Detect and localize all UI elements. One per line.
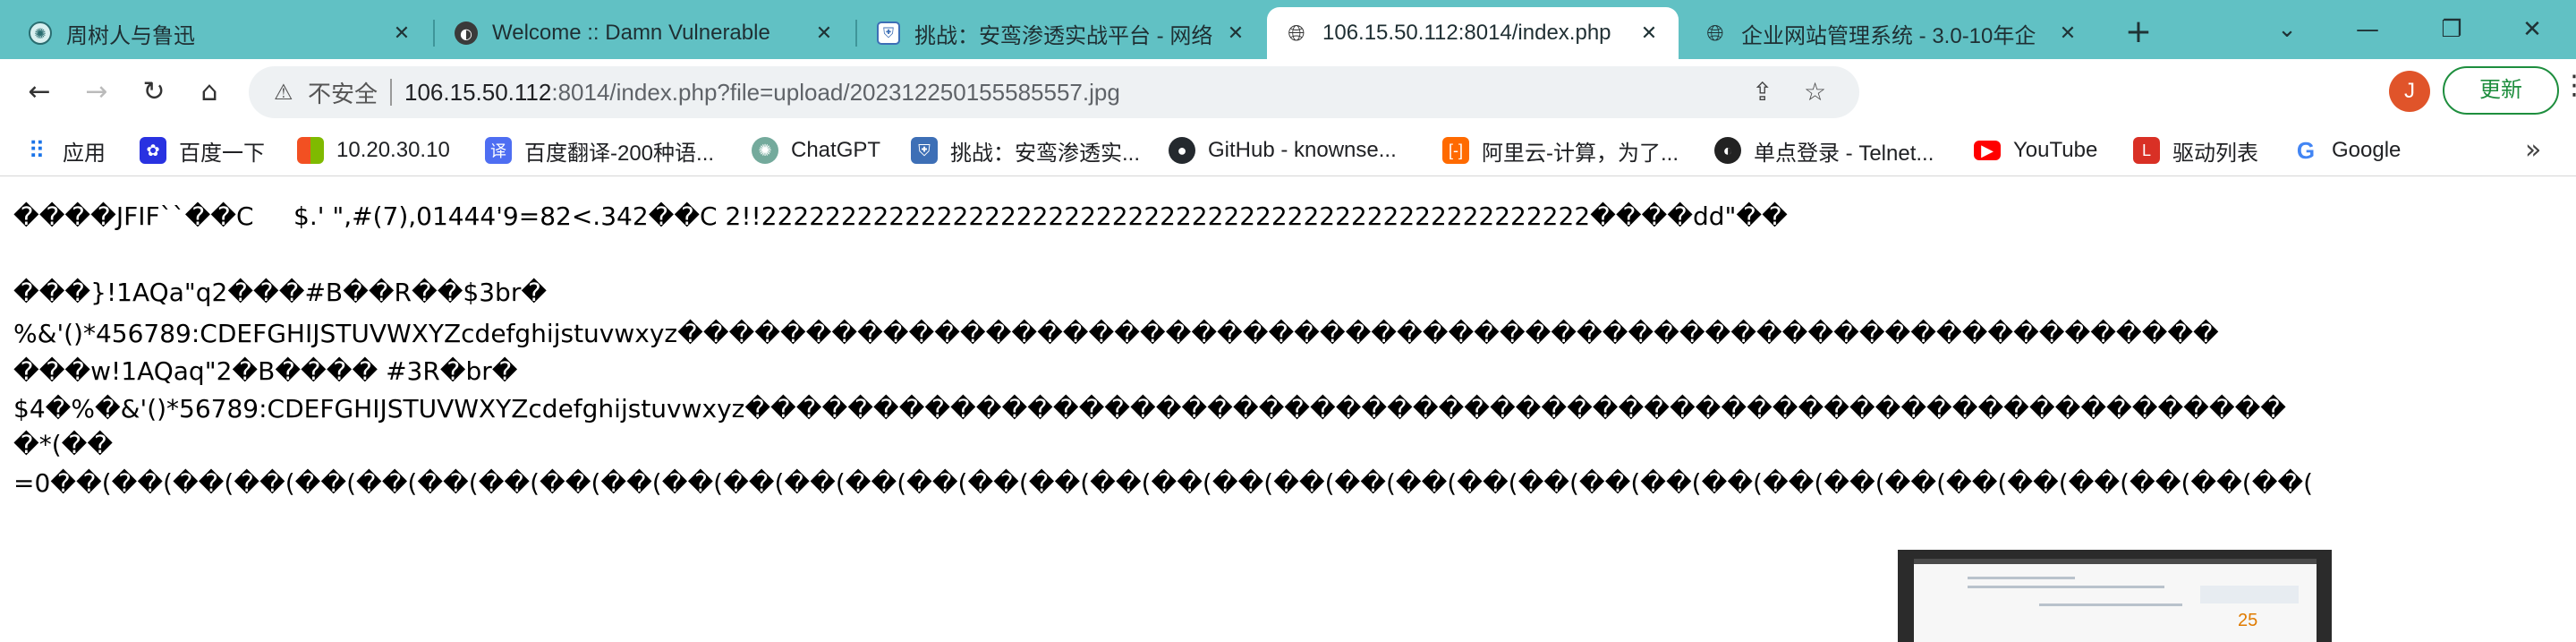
omnibox-divider [390,79,393,106]
binary-text-line-2: ���}!1AQa"q2���#B��R��$3br� [13,278,548,307]
close-icon[interactable]: ✕ [388,22,415,45]
bookmark-label: 应用 [63,141,106,166]
bookmark-youtube[interactable]: ▶ YouTube [1974,134,2097,167]
embedded-screenshot-image: 25 [1898,550,2332,642]
thumbnail-number: 25 [2238,611,2258,630]
tab-1[interactable]: ✺ 周树人与鲁迅 ✕ [11,7,431,59]
bookmarks-overflow-icon[interactable]: » [2525,134,2541,166]
tab-search-chevron-icon[interactable]: ⌄ [2260,9,2314,50]
tab-strip: ✺ 周树人与鲁迅 ✕ ◐ Welcome :: Damn Vulnerable … [0,0,2576,59]
aliyun-icon: [-] [1442,137,1469,164]
thumbnail-box [2200,586,2299,603]
bookmark-label: 驱动列表 [2172,141,2258,166]
tab-active[interactable]: 🌐︎ 106.15.50.112:8014/index.php ✕ [1267,7,1679,59]
tab-title: 周树人与鲁迅 [66,23,195,48]
binary-text-line-7: =0��(��(��(��(��(��(��(��(��(��(��(��(��… [13,468,2314,498]
bookmark-baidu[interactable]: ✿ 百度一下 [140,134,265,167]
shield-icon: ⛨ [911,137,938,164]
google-icon: G [2296,136,2316,164]
bookmark-label: 挑战：安鸾渗透实... [950,141,1141,166]
bookmark-baidu-translate[interactable]: 译 百度翻译-200种语... [485,134,714,167]
thumbnail-row [1968,586,2164,588]
url-host[interactable]: 106.15.50.112 [404,79,551,107]
dvwa-icon: ◐ [455,21,478,45]
baidu-paw-icon: ✿ [140,137,166,164]
tab-title: 企业网站管理系统 - 3.0-10年企 [1741,23,2036,48]
update-button[interactable]: 更新 [2443,66,2559,115]
close-icon[interactable]: ✕ [811,22,837,45]
bookmark-chatgpt[interactable]: ✺ ChatGPT [752,134,880,167]
bookmark-anluan[interactable]: ⛨ 挑战：安鸾渗透实... [911,134,1140,167]
bookmark-driver-list[interactable]: L 驱动列表 [2133,134,2258,167]
chatgpt-icon: ✺ [29,21,52,45]
warning-icon[interactable]: ⚠ [274,80,301,106]
tab-title: 106.15.50.112:8014/index.php [1322,21,1611,45]
update-label[interactable]: 更新 [2479,78,2522,102]
bookmark-label: 百度翻译-200种语... [524,141,715,166]
binary-text-line-3: %&'()*456789:CDEFGHIJSTUVWXYZcdefghijstu… [13,319,2219,348]
bookmarks-bar: ⠿ 应用 ✿ 百度一下 10.20.30.10 译 百度翻译-200种语... … [0,125,2576,176]
globe-icon: 🌐︎ [1706,21,1724,46]
binary-text-line-1: ����JFIF``��C $.' ",#(7),01444'9=82<.342… [13,201,1788,231]
share-icon[interactable]: ⇪ [1752,77,1773,107]
driver-list-icon: L [2133,137,2160,164]
telnet-icon: ◐ [1714,137,1741,164]
profile-avatar[interactable]: J [2389,71,2430,112]
tab-3[interactable]: ⛨ 挑战：安鸾渗透实战平台 - 网络 ✕ [859,7,1265,59]
baidu-translate-icon: 译 [485,137,512,164]
youtube-icon: ▶ [1974,141,2001,160]
bookmark-star-icon[interactable]: ☆ [1804,77,1826,107]
bookmark-10-20-30-10[interactable]: 10.20.30.10 [297,134,450,167]
github-icon: ● [1169,137,1195,164]
close-icon[interactable]: ✕ [1636,22,1662,45]
close-window-button[interactable]: ✕ [2505,9,2559,50]
shield-icon: ⛨ [877,21,900,45]
bookmark-google[interactable]: G Google [2292,134,2402,167]
binary-text-line-6: �*(�� [13,430,114,459]
bookmark-label: ChatGPT [791,138,881,162]
menu-kebab-icon[interactable]: ⋮ [2561,70,2576,101]
tab-title: Welcome :: Damn Vulnerable [492,21,770,45]
globe-icon: 🌐︎ [1285,21,1308,46]
back-button[interactable]: ← [18,71,61,114]
bookmark-label: 阿里云-计算，为了... [1482,141,1679,166]
bookmark-telnet[interactable]: ◐ 单点登录 - Telnet... [1714,134,1934,167]
bookmark-apps[interactable]: ⠿ 应用 [23,134,106,167]
address-bar[interactable]: ⚠ 不安全 106.15.50.112:8014/index.php?file=… [249,66,1859,118]
thumbnail-titlebar [1914,559,2317,564]
restore-button[interactable]: ❐ [2425,9,2478,50]
tab-divider [855,20,857,47]
minimize-button[interactable]: — [2341,9,2394,50]
apps-grid-icon: ⠿ [28,136,46,164]
tab-divider [433,20,435,47]
bookmark-label: 百度一下 [179,141,265,166]
windows-logo-icon [297,137,324,164]
new-tab-button[interactable]: + [2119,13,2158,52]
forward-button[interactable]: → [75,71,118,114]
url-path[interactable]: :8014/index.php?file=upload/202312250155… [551,79,1119,107]
bookmark-label: GitHub - knownse... [1208,138,1397,162]
tab-5[interactable]: 🌐︎ 企业网站管理系统 - 3.0-10年企 ✕ [1686,7,2097,59]
close-icon[interactable]: ✕ [1222,22,1249,45]
bookmark-label: 10.20.30.10 [336,138,450,162]
tab-title: 挑战：安鸾渗透实战平台 - 网络 [914,23,1213,48]
thumbnail-row [1968,577,2075,579]
home-button[interactable]: ⌂ [188,71,231,114]
close-icon[interactable]: ✕ [2054,22,2081,45]
thumbnail-row [2039,603,2182,606]
binary-text-line-5: $4�%�&'()*56789:CDEFGHIJSTUVWXYZcdefghij… [13,394,2287,424]
bookmark-aliyun[interactable]: [-] 阿里云-计算，为了... [1442,134,1679,167]
bookmark-label: 单点登录 - Telnet... [1754,141,1934,166]
bookmark-label: YouTube [2013,138,2098,162]
tab-2[interactable]: ◐ Welcome :: Damn Vulnerable ✕ [437,7,854,59]
insecure-label[interactable]: 不安全 [308,76,378,109]
binary-text-line-4: ���w!1AQaq"2�B���� #3R�br� [13,356,518,386]
chatgpt-icon: ✺ [752,137,778,164]
reload-button[interactable]: ↻ [132,71,175,114]
bookmark-github[interactable]: ● GitHub - knownse... [1169,134,1397,167]
browser-toolbar: ← → ↻ ⌂ ⚠ 不安全 106.15.50.112:8014/index.p… [0,59,2576,165]
thumbnail-page: 25 [1914,559,2317,642]
bookmark-label: Google [2332,138,2402,162]
